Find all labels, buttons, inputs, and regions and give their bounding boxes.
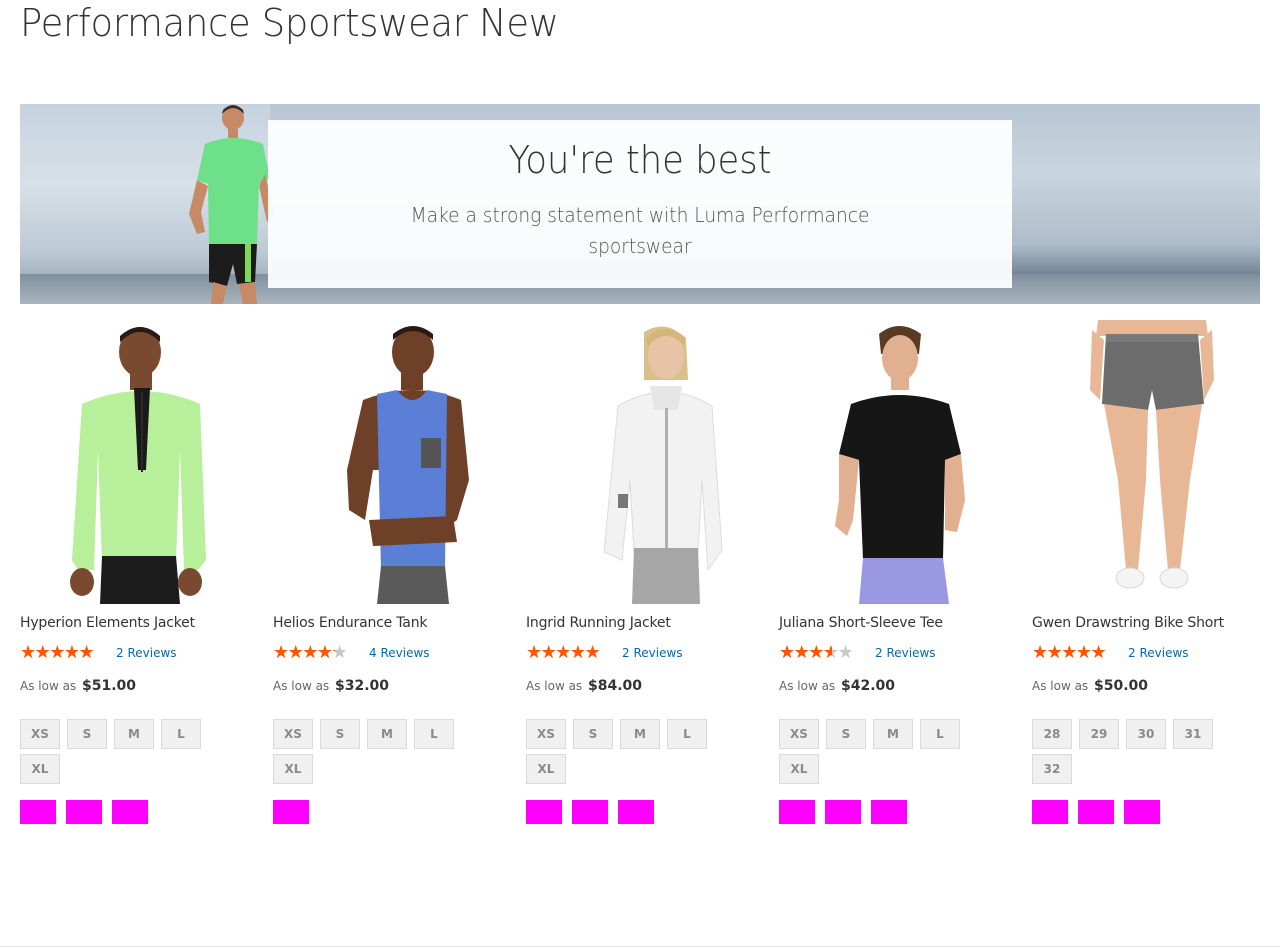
color-swatch[interactable]: [273, 800, 309, 824]
size-option[interactable]: XL: [779, 754, 819, 784]
color-swatches: [20, 800, 158, 824]
size-option[interactable]: L: [414, 719, 454, 749]
size-option[interactable]: XL: [526, 754, 566, 784]
size-option[interactable]: L: [667, 719, 707, 749]
color-swatches: [526, 800, 664, 824]
footer-divider: [0, 946, 1280, 947]
banner-subtitle: Make a strong statement with Luma Perfor…: [410, 203, 870, 258]
product-item: Helios Endurance Tank ★★★★★ ★★★★★ 4 Revi…: [273, 320, 503, 824]
product-image[interactable]: [273, 320, 503, 604]
size-option[interactable]: S: [320, 719, 360, 749]
product-price: As low as $42.00: [779, 678, 896, 694]
product-image[interactable]: [526, 320, 756, 604]
color-swatches: [779, 800, 917, 824]
size-option[interactable]: XS: [526, 719, 566, 749]
size-option[interactable]: M: [620, 719, 660, 749]
product-rating: ★★★★★ ★★★★★ 2 Reviews: [1032, 644, 1189, 662]
size-option[interactable]: L: [920, 719, 960, 749]
size-option[interactable]: S: [826, 719, 866, 749]
reviews-link[interactable]: 2 Reviews: [116, 646, 177, 660]
rating-stars: ★★★★★ ★★★★★: [20, 642, 95, 663]
rating-stars: ★★★★★ ★★★★★: [1032, 642, 1107, 663]
color-swatch[interactable]: [572, 800, 608, 824]
size-option[interactable]: 32: [1032, 754, 1072, 784]
rating-stars: ★★★★★ ★★★★★: [779, 642, 854, 663]
size-option[interactable]: 29: [1079, 719, 1119, 749]
color-swatch[interactable]: [66, 800, 102, 824]
product-item: Juliana Short-Sleeve Tee ★★★★★ ★★★★★ 2 R…: [779, 320, 1009, 824]
product-name[interactable]: Hyperion Elements Jacket: [20, 615, 195, 631]
price-amount: $32.00: [335, 678, 390, 694]
reviews-link[interactable]: 2 Reviews: [1128, 646, 1189, 660]
product-item: Gwen Drawstring Bike Short ★★★★★ ★★★★★ 2…: [1032, 320, 1262, 824]
size-option[interactable]: M: [367, 719, 407, 749]
size-option[interactable]: L: [161, 719, 201, 749]
rating-stars: ★★★★★ ★★★★★: [273, 642, 348, 663]
promo-banner[interactable]: You're the best Make a strong statement …: [20, 104, 1260, 304]
product-name[interactable]: Juliana Short-Sleeve Tee: [779, 615, 943, 631]
product-image[interactable]: [779, 320, 1009, 604]
size-options: XS S M L XL: [20, 719, 220, 789]
reviews-link[interactable]: 2 Reviews: [875, 646, 936, 660]
color-swatch[interactable]: [779, 800, 815, 824]
price-amount: $51.00: [82, 678, 137, 694]
size-option[interactable]: 31: [1173, 719, 1213, 749]
color-swatch[interactable]: [825, 800, 861, 824]
size-option[interactable]: M: [873, 719, 913, 749]
price-amount: $84.00: [588, 678, 643, 694]
product-image[interactable]: [1032, 320, 1262, 604]
product-price: As low as $84.00: [526, 678, 643, 694]
color-swatch[interactable]: [20, 800, 56, 824]
product-price: As low as $50.00: [1032, 678, 1149, 694]
reviews-link[interactable]: 2 Reviews: [622, 646, 683, 660]
banner-title: You're the best: [508, 138, 772, 182]
product-price: As low as $32.00: [273, 678, 390, 694]
size-option[interactable]: XS: [20, 719, 60, 749]
color-swatch[interactable]: [1032, 800, 1068, 824]
product-item: Hyperion Elements Jacket ★★★★★ ★★★★★ 2 R…: [20, 320, 250, 824]
color-swatch[interactable]: [1124, 800, 1160, 824]
size-option[interactable]: 28: [1032, 719, 1072, 749]
runner-photo: [189, 105, 275, 304]
product-rating: ★★★★★ ★★★★★ 4 Reviews: [273, 644, 430, 662]
color-swatches: [273, 800, 319, 824]
size-option[interactable]: S: [67, 719, 107, 749]
color-swatch[interactable]: [871, 800, 907, 824]
product-rating: ★★★★★ ★★★★★ 2 Reviews: [20, 644, 177, 662]
size-option[interactable]: XL: [20, 754, 60, 784]
price-amount: $42.00: [841, 678, 896, 694]
color-swatches: [1032, 800, 1170, 824]
page-title: Performance Sportswear New: [20, 1, 559, 45]
size-option[interactable]: 30: [1126, 719, 1166, 749]
product-rating: ★★★★★ ★★★★★ 2 Reviews: [779, 644, 936, 662]
product-name[interactable]: Gwen Drawstring Bike Short: [1032, 615, 1224, 631]
size-option[interactable]: XS: [779, 719, 819, 749]
price-amount: $50.00: [1094, 678, 1149, 694]
size-options: XS S M L XL: [273, 719, 473, 789]
color-swatch[interactable]: [112, 800, 148, 824]
size-options: XS S M L XL: [779, 719, 979, 789]
product-name[interactable]: Helios Endurance Tank: [273, 615, 427, 631]
size-options: XS S M L XL: [526, 719, 726, 789]
size-options: 28 29 30 31 32: [1032, 719, 1232, 789]
size-option[interactable]: XS: [273, 719, 313, 749]
banner-text-box: You're the best Make a strong statement …: [268, 120, 1012, 288]
product-name[interactable]: Ingrid Running Jacket: [526, 615, 671, 631]
color-swatch[interactable]: [1078, 800, 1114, 824]
product-price: As low as $51.00: [20, 678, 137, 694]
product-rating: ★★★★★ ★★★★★ 2 Reviews: [526, 644, 683, 662]
size-option[interactable]: S: [573, 719, 613, 749]
color-swatch[interactable]: [618, 800, 654, 824]
product-image[interactable]: [20, 320, 250, 604]
size-option[interactable]: M: [114, 719, 154, 749]
size-option[interactable]: XL: [273, 754, 313, 784]
rating-stars: ★★★★★ ★★★★★: [526, 642, 601, 663]
reviews-link[interactable]: 4 Reviews: [369, 646, 430, 660]
product-grid: Hyperion Elements Jacket ★★★★★ ★★★★★ 2 R…: [20, 320, 1262, 840]
color-swatch[interactable]: [526, 800, 562, 824]
product-item: Ingrid Running Jacket ★★★★★ ★★★★★ 2 Revi…: [526, 320, 756, 824]
